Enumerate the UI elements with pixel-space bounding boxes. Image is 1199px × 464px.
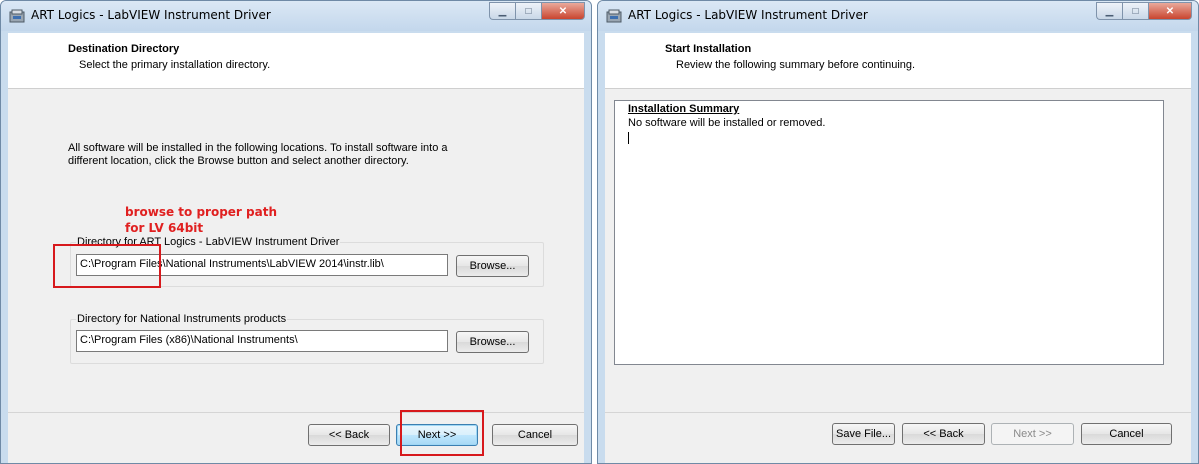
- maximize-icon[interactable]: □: [515, 2, 541, 20]
- summary-title: Installation Summary: [628, 103, 740, 115]
- next-button: Next >>: [991, 423, 1074, 445]
- cancel-button[interactable]: Cancel: [1081, 423, 1172, 445]
- ni-directory-label: Directory for National Instruments produ…: [76, 313, 288, 325]
- close-icon[interactable]: ✕: [541, 2, 585, 20]
- cancel-button[interactable]: Cancel: [492, 424, 578, 446]
- title-bar[interactable]: ART Logics - LabVIEW Instrument Driver ▁…: [598, 1, 1198, 31]
- wizard-header: Destination Directory Select the primary…: [8, 33, 584, 89]
- installer-app-icon: [606, 9, 622, 23]
- footer-separator: [605, 412, 1191, 413]
- window-controls: ▁ □ ✕: [489, 2, 585, 20]
- installer-window-destination: ART Logics - LabVIEW Instrument Driver ▁…: [0, 0, 592, 464]
- annotation-highlight-path: [53, 244, 161, 288]
- intro-text-line2: different location, click the Browse but…: [68, 155, 409, 167]
- window-title: ART Logics - LabVIEW Instrument Driver: [31, 8, 271, 22]
- minimize-icon[interactable]: ▁: [1096, 2, 1122, 20]
- page-subtitle: Review the following summary before cont…: [676, 59, 916, 71]
- text-cursor: [628, 132, 629, 144]
- summary-text: No software will be installed or removed…: [628, 117, 826, 129]
- page-title: Destination Directory: [68, 43, 180, 55]
- wizard-client-area: Start Installation Review the following …: [605, 33, 1191, 463]
- title-bar[interactable]: ART Logics - LabVIEW Instrument Driver ▁…: [1, 1, 591, 31]
- window-title: ART Logics - LabVIEW Instrument Driver: [628, 8, 868, 22]
- back-button[interactable]: << Back: [308, 424, 390, 446]
- wizard-header: Start Installation Review the following …: [605, 33, 1191, 89]
- browse-ni-button[interactable]: Browse...: [456, 331, 529, 353]
- installer-app-icon: [9, 9, 25, 23]
- save-file-button[interactable]: Save File...: [832, 423, 895, 445]
- maximize-icon[interactable]: □: [1122, 2, 1148, 20]
- back-button[interactable]: << Back: [902, 423, 985, 445]
- annotation-line2: for LV 64bit: [125, 221, 204, 235]
- browse-driver-button[interactable]: Browse...: [456, 255, 529, 277]
- footer-separator: [8, 412, 584, 413]
- page-title: Start Installation: [665, 43, 752, 55]
- ni-directory-field[interactable]: C:\Program Files (x86)\National Instrume…: [76, 330, 448, 352]
- installer-window-summary: ART Logics - LabVIEW Instrument Driver ▁…: [597, 0, 1199, 464]
- minimize-icon[interactable]: ▁: [489, 2, 515, 20]
- page-subtitle: Select the primary installation director…: [79, 59, 271, 71]
- window-controls: ▁ □ ✕: [1096, 2, 1192, 20]
- annotation-highlight-next: [400, 410, 484, 456]
- installation-summary-box[interactable]: Installation Summary No software will be…: [614, 100, 1164, 365]
- annotation-line1: browse to proper path: [125, 205, 277, 219]
- intro-text-line1: All software will be installed in the fo…: [68, 142, 448, 154]
- close-icon[interactable]: ✕: [1148, 2, 1192, 20]
